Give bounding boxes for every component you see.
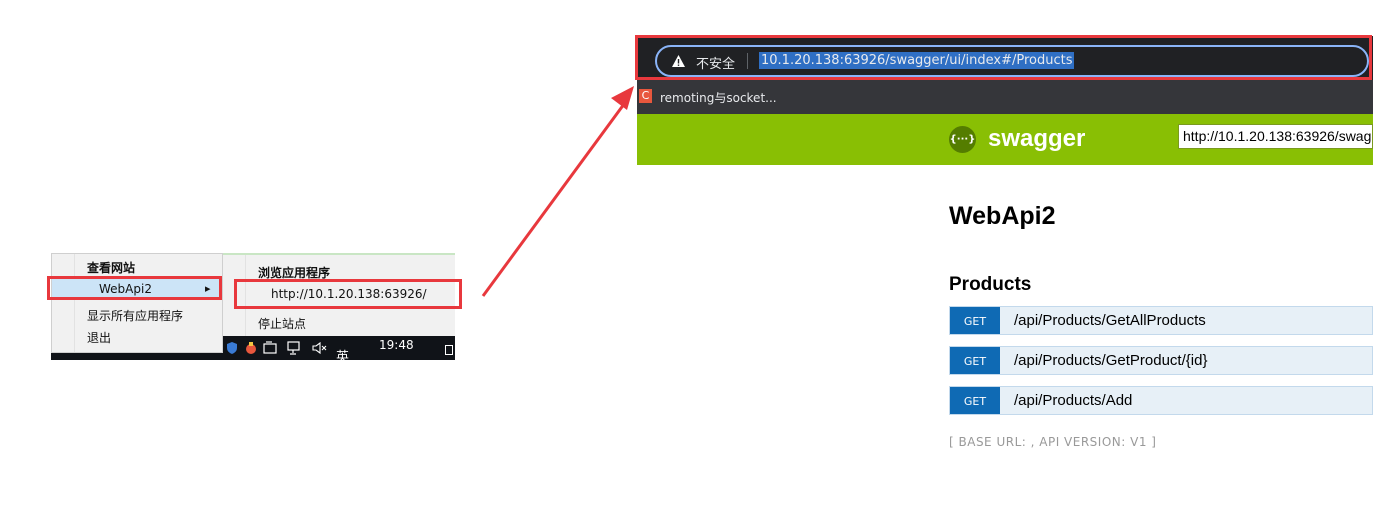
- endpoint-row[interactable]: GET /api/Products/GetProduct/{id}: [949, 346, 1373, 375]
- highlight-box-webapi2: [47, 276, 222, 300]
- swagger-url-input[interactable]: http://10.1.20.138:63926/swagger/docs/v1: [1178, 124, 1373, 149]
- endpoint-row[interactable]: GET /api/Products/Add: [949, 386, 1373, 415]
- taskbar: 英 19:48: [51, 336, 455, 365]
- highlight-box-url: [234, 279, 462, 309]
- favicon-icon: C: [639, 89, 652, 103]
- clock-time[interactable]: 19:48: [379, 338, 414, 352]
- shield-icon[interactable]: [225, 341, 239, 355]
- highlight-box-address: [635, 35, 1372, 80]
- http-method-badge[interactable]: GET: [950, 387, 1000, 414]
- swagger-logo-text[interactable]: swagger: [988, 125, 1085, 153]
- notification-icon[interactable]: [445, 345, 453, 355]
- endpoint-row[interactable]: GET /api/Products/GetAllProducts: [949, 306, 1373, 335]
- menu-item-show-all-apps[interactable]: 显示所有应用程序: [52, 305, 222, 327]
- volume-muted-icon[interactable]: [312, 341, 328, 355]
- endpoint-path[interactable]: /api/Products/GetAllProducts: [1014, 312, 1206, 329]
- endpoint-path[interactable]: /api/Products/GetProduct/{id}: [1014, 352, 1207, 369]
- bookmark-item[interactable]: remoting与socket...: [660, 89, 777, 106]
- menu-item-label: 显示所有应用程序: [87, 309, 184, 323]
- api-title: WebApi2: [949, 202, 1056, 230]
- menu-item-exit[interactable]: 退出: [52, 327, 222, 349]
- swagger-url-value: http://10.1.20.138:63926/swagger/docs/v1: [1183, 128, 1373, 144]
- base-url-footer: [ BASE URL: , API VERSION: V1 ]: [949, 435, 1157, 449]
- arrow-head: [611, 86, 634, 110]
- network-icon[interactable]: [287, 341, 303, 355]
- bookmarks-bar: C remoting与socket...: [637, 80, 1373, 114]
- http-method-badge[interactable]: GET: [950, 347, 1000, 374]
- taskbar-edge: [51, 353, 223, 360]
- folder-icon[interactable]: [263, 341, 278, 355]
- swagger-logo-icon[interactable]: {···}: [949, 126, 976, 153]
- swagger-header: {···} swagger http://10.1.20.138:63926/s…: [637, 114, 1373, 165]
- submenu-item-stop-site[interactable]: 停止站点: [258, 315, 306, 332]
- context-menu: 查看网站 WebApi2 ▸ 显示所有应用程序 退出: [51, 253, 223, 353]
- menu-item-label: 退出: [87, 331, 112, 345]
- app-icon[interactable]: [244, 341, 258, 355]
- http-method-badge[interactable]: GET: [950, 307, 1000, 334]
- endpoint-path[interactable]: /api/Products/Add: [1014, 392, 1132, 409]
- arrow-line: [481, 99, 629, 297]
- ime-indicator[interactable]: 英: [336, 346, 349, 365]
- resource-section-products[interactable]: Products: [949, 274, 1031, 296]
